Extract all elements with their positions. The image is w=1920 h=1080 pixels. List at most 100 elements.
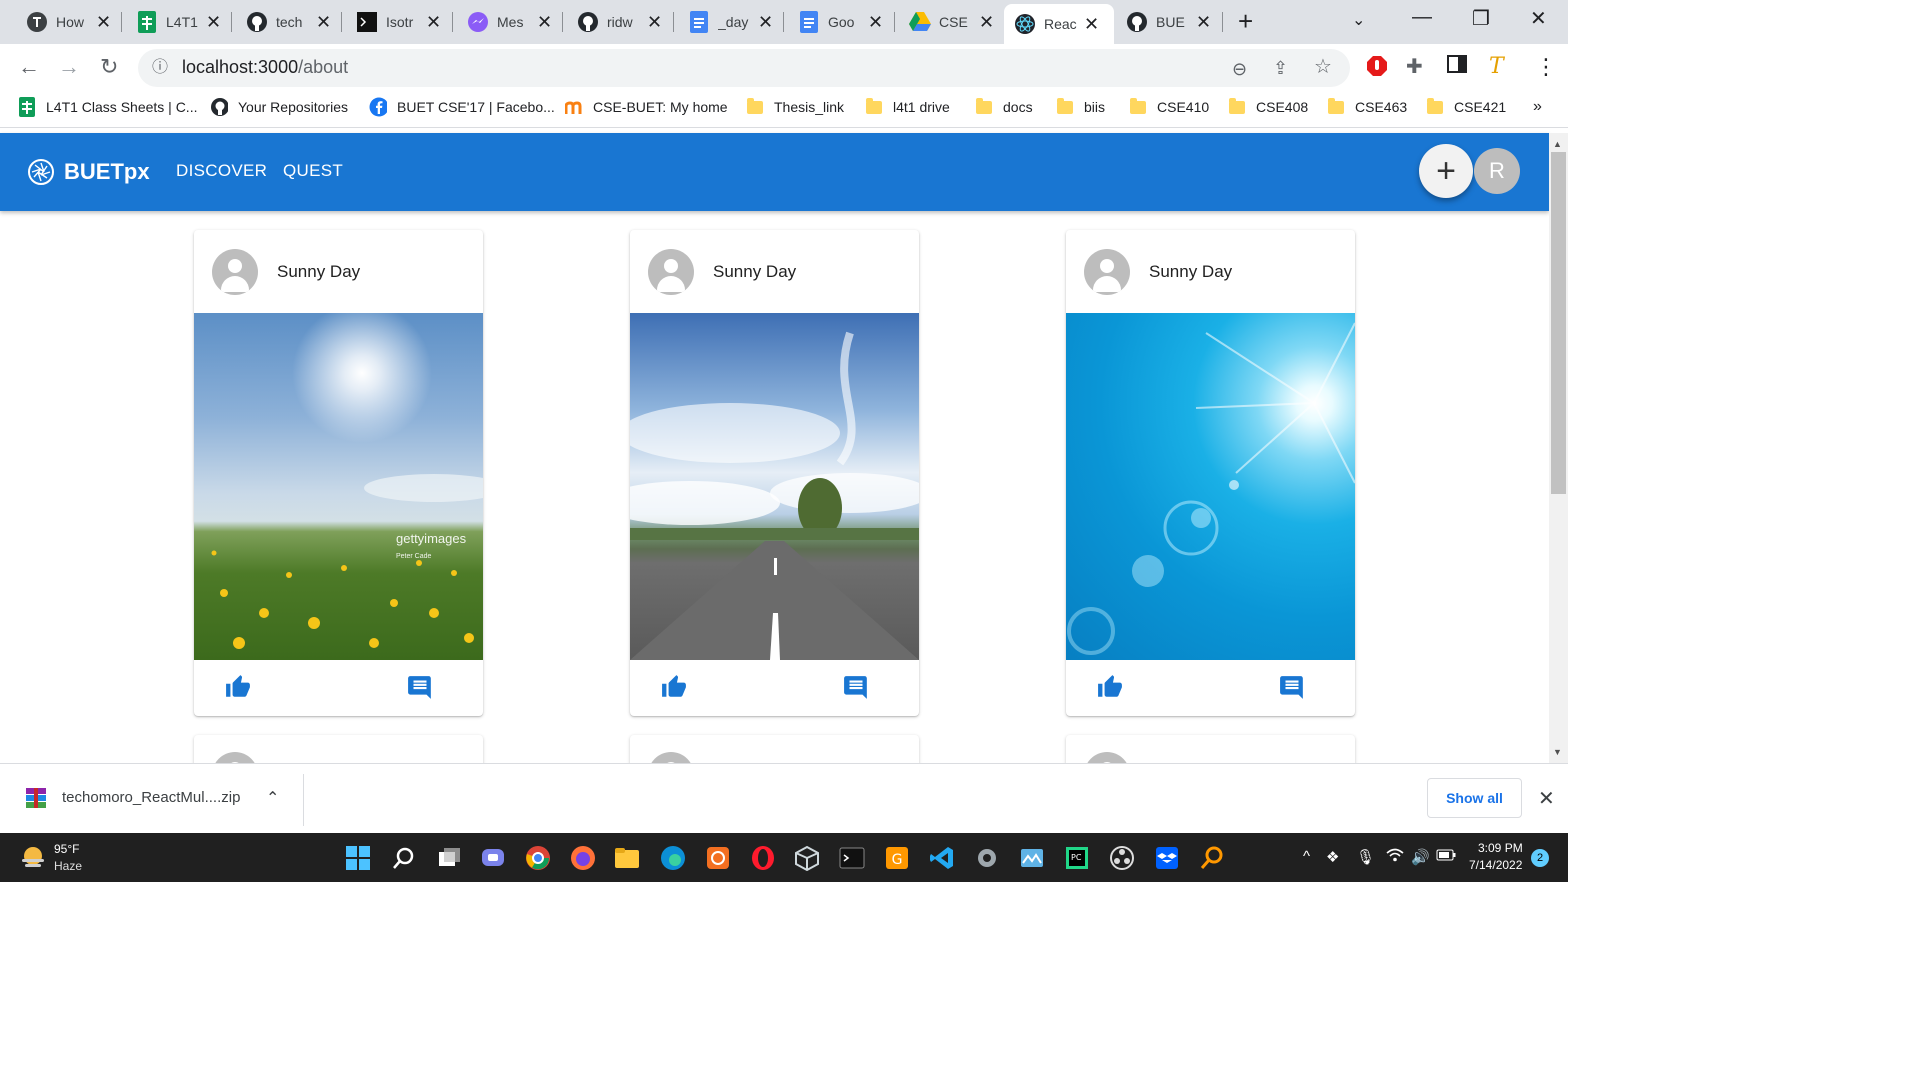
virtualbox-icon[interactable]: [794, 845, 820, 872]
dropbox-icon[interactable]: [1154, 845, 1180, 871]
dropbox-tray-icon[interactable]: ❖: [1326, 848, 1339, 866]
browser-tab[interactable]: Goo ✕: [788, 4, 893, 40]
extensions-icon[interactable]: ✚: [1406, 54, 1423, 80]
person-icon[interactable]: [212, 248, 258, 295]
volume-icon[interactable]: 🔊: [1411, 848, 1430, 866]
more-bookmarks-button[interactable]: »: [1533, 98, 1542, 116]
bookmark-star-icon[interactable]: ☆: [1314, 54, 1332, 80]
chevron-up-icon[interactable]: ⌃: [266, 788, 279, 808]
download-file-name[interactable]: techomoro_ReactMul....zip: [62, 789, 240, 806]
scroll-up-icon[interactable]: ▲: [1553, 139, 1562, 149]
browser-tab[interactable]: BUE ✕: [1116, 4, 1221, 40]
microphone-icon[interactable]: 🎙: [1356, 848, 1375, 866]
close-download-bar-icon[interactable]: ✕: [1538, 786, 1555, 811]
adblock-icon[interactable]: [1366, 55, 1388, 83]
comment-icon[interactable]: [1278, 674, 1308, 702]
browser-tab[interactable]: Isotr ✕: [346, 4, 451, 40]
minimize-button[interactable]: —: [1412, 6, 1432, 29]
scroll-down-icon[interactable]: ▼: [1553, 747, 1562, 757]
browser-tab[interactable]: CSE ✕: [899, 4, 1004, 40]
chevron-up-tray-icon[interactable]: ^: [1303, 848, 1310, 865]
browser-tab[interactable]: tech ✕: [236, 4, 341, 40]
bookmark-item[interactable]: l4t1 drive: [865, 97, 950, 116]
bookmark-item[interactable]: biis: [1056, 97, 1105, 116]
windows-start-icon[interactable]: [345, 845, 371, 871]
clock-date[interactable]: 7/14/2022: [1469, 858, 1522, 872]
close-tab-icon[interactable]: ✕: [426, 13, 441, 31]
menu-kebab-icon[interactable]: ⋮: [1535, 54, 1557, 80]
new-tab-button[interactable]: +: [1238, 8, 1253, 34]
wifi-icon[interactable]: [1386, 848, 1404, 866]
close-tab-icon[interactable]: ✕: [206, 13, 221, 31]
search-magnifier-app-icon[interactable]: [1199, 845, 1225, 871]
close-tab-icon[interactable]: ✕: [96, 13, 111, 31]
thumb-up-icon[interactable]: [224, 674, 254, 702]
close-tab-icon[interactable]: ✕: [868, 13, 883, 31]
close-tab-icon[interactable]: ✕: [979, 13, 994, 31]
edge-icon[interactable]: [660, 845, 686, 871]
bookmark-item[interactable]: L4T1 Class Sheets | C...: [18, 97, 197, 117]
nav-discover[interactable]: DISCOVER: [176, 161, 267, 181]
sublime-app-icon[interactable]: G: [884, 845, 910, 871]
bookmark-item[interactable]: CSE-BUET: My home: [565, 98, 728, 116]
thumb-up-icon[interactable]: [660, 674, 690, 702]
chrome-icon[interactable]: [525, 845, 551, 871]
reload-icon[interactable]: ↻: [100, 54, 118, 80]
search-icon[interactable]: [391, 845, 417, 871]
brand-link[interactable]: BUETpx: [28, 159, 150, 185]
add-post-button[interactable]: +: [1419, 144, 1473, 198]
close-tab-icon[interactable]: ✕: [1196, 13, 1211, 31]
close-tab-icon[interactable]: ✕: [758, 13, 773, 31]
site-info-icon[interactable]: ⓘ: [152, 55, 168, 81]
obs-studio-icon[interactable]: [1109, 845, 1135, 871]
user-avatar[interactable]: R: [1474, 148, 1520, 194]
extension-t-icon[interactable]: T: [1489, 54, 1504, 80]
person-icon[interactable]: [648, 248, 694, 295]
bookmark-item[interactable]: Thesis_link: [746, 97, 844, 116]
scrollbar-thumb[interactable]: [1551, 152, 1566, 494]
comment-icon[interactable]: [406, 674, 436, 702]
photos-app-icon[interactable]: [1019, 845, 1045, 871]
address-text[interactable]: localhost:3000/about: [182, 57, 348, 78]
browser-tab[interactable]: ridw ✕: [567, 4, 672, 40]
browser-tab-active[interactable]: Reac ✕: [1004, 4, 1114, 44]
blue-sky-sun-photo[interactable]: [1066, 313, 1355, 660]
opera-icon[interactable]: [750, 845, 776, 871]
settings-gear-icon[interactable]: [974, 845, 1000, 871]
bookmark-item[interactable]: CSE410: [1129, 97, 1209, 116]
browser-tab[interactable]: _day ✕: [678, 4, 783, 40]
notification-badge[interactable]: 2: [1531, 849, 1549, 867]
close-tab-icon[interactable]: ✕: [1084, 15, 1099, 33]
window-close-button[interactable]: ✕: [1530, 6, 1547, 31]
bookmark-item[interactable]: CSE421: [1426, 97, 1506, 116]
close-tab-icon[interactable]: ✕: [647, 13, 662, 31]
forward-icon[interactable]: →: [58, 54, 80, 80]
person-icon[interactable]: [1084, 248, 1130, 295]
tab-search-icon[interactable]: ⌄: [1352, 10, 1365, 30]
share-icon[interactable]: ⇪: [1273, 55, 1288, 81]
teams-chat-icon[interactable]: [480, 845, 506, 871]
thumb-up-icon[interactable]: [1096, 674, 1126, 702]
zoom-icon[interactable]: ⊖: [1232, 56, 1247, 82]
store-app-icon[interactable]: [705, 845, 731, 871]
bookmark-item[interactable]: docs: [975, 97, 1033, 116]
task-view-icon[interactable]: [436, 845, 462, 871]
vscode-icon[interactable]: [929, 845, 955, 871]
side-panel-icon[interactable]: [1447, 54, 1467, 80]
comment-icon[interactable]: [842, 674, 872, 702]
weather-haze-icon[interactable]: [20, 845, 46, 874]
bookmark-item[interactable]: Your Repositories: [210, 98, 348, 116]
road-clouds-photo[interactable]: [630, 313, 919, 660]
browser-tab[interactable]: Mes ✕: [457, 4, 562, 40]
weather-temperature[interactable]: 95°F: [54, 842, 79, 856]
field-sun-photo[interactable]: gettyimages Peter Cade: [194, 313, 483, 660]
battery-icon[interactable]: [1436, 848, 1456, 865]
bookmark-item[interactable]: BUET CSE'17 | Facebo...: [369, 97, 555, 117]
nav-quest[interactable]: QUEST: [283, 161, 343, 181]
close-tab-icon[interactable]: ✕: [537, 13, 552, 31]
browser-tab[interactable]: L4T1 ✕: [126, 4, 231, 40]
show-all-downloads-button[interactable]: Show all: [1427, 778, 1522, 818]
weather-condition[interactable]: Haze: [54, 859, 82, 873]
bookmark-item[interactable]: CSE463: [1327, 97, 1407, 116]
firefox-icon[interactable]: [570, 845, 596, 871]
